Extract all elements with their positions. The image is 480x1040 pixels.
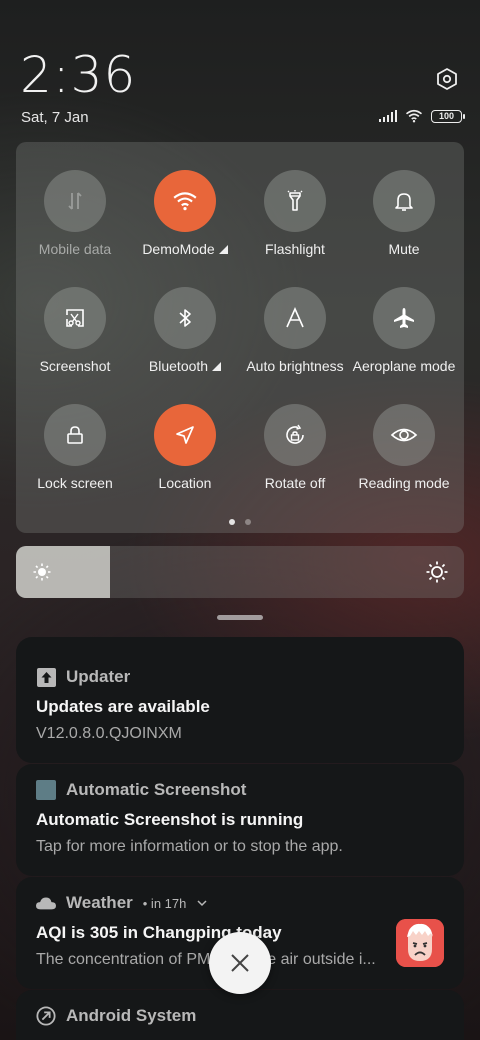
wifi-icon (173, 192, 197, 211)
clear-all-button[interactable] (209, 932, 271, 994)
notification-updater[interactable]: Updater Updates are available V12.0.8.0.… (16, 637, 464, 763)
tile-label: Location (158, 475, 212, 491)
page-indicator (16, 519, 464, 525)
tile-aeroplane-mode-button[interactable] (373, 287, 435, 349)
page-dot (245, 519, 251, 525)
tile-auto-brightness[interactable]: Auto brightness (240, 287, 350, 374)
notification-android-system[interactable]: Android System (16, 990, 464, 1040)
page-dot (229, 519, 235, 525)
screenshot-icon (66, 309, 84, 327)
tile-label: Rotate off (264, 475, 326, 491)
clock: 2:36 (20, 46, 137, 104)
notification-automatic-screenshot[interactable]: Automatic Screenshot Automatic Screensho… (16, 764, 464, 876)
tile-flashlight-button[interactable] (264, 170, 326, 232)
tile-reading-mode[interactable]: Reading mode (349, 404, 459, 491)
settings-button[interactable] (432, 64, 462, 94)
rotate-lock-icon (286, 424, 304, 444)
tile-rotate-off-button[interactable] (264, 404, 326, 466)
upload-arrow-icon (36, 667, 56, 687)
close-icon (231, 954, 249, 972)
tile-label: Screenshot (39, 358, 111, 374)
tile-mobile-data-button[interactable] (44, 170, 106, 232)
app-square-icon (36, 780, 56, 800)
tile-location[interactable]: Location (130, 404, 240, 491)
tile-mobile-data[interactable]: Mobile data (20, 170, 130, 257)
auto-brightness-icon (286, 307, 304, 328)
notification-app-name: Updater (66, 667, 131, 686)
quick-settings-panel: Mobile data DemoMode Flashlight Mute Scr… (16, 142, 464, 533)
notification-title: Automatic Screenshot is running (36, 810, 304, 829)
aqi-face-image (396, 919, 444, 967)
tile-label: Reading mode (358, 475, 450, 491)
brightness-low-icon (33, 563, 51, 581)
tile-demomode[interactable]: DemoMode (130, 170, 240, 257)
tile-label: Aeroplane mode (352, 358, 456, 374)
tile-flashlight[interactable]: Flashlight (240, 170, 350, 257)
cloud-icon (36, 893, 56, 913)
bluetooth-icon (179, 309, 191, 327)
tile-lock-screen[interactable]: Lock screen (20, 404, 130, 491)
tile-label: Bluetooth (148, 358, 209, 374)
brightness-high-icon (426, 561, 448, 583)
settings-hexagon-icon (437, 68, 457, 90)
drag-handle[interactable] (217, 615, 263, 620)
expand-triangle-icon (212, 362, 222, 371)
bell-icon (395, 193, 413, 211)
tile-label: Mobile data (38, 241, 112, 257)
tile-reading-mode-button[interactable] (373, 404, 435, 466)
tile-lock-screen-button[interactable] (44, 404, 106, 466)
notification-time: • in 17h (142, 895, 187, 911)
notification-app-name: Weather (66, 893, 133, 912)
tile-label: Mute (388, 241, 420, 257)
tile-rotate-off[interactable]: Rotate off (240, 404, 350, 491)
tile-label: DemoMode (142, 241, 215, 257)
wifi-status-icon (405, 109, 423, 123)
chevron-down-icon[interactable] (196, 899, 208, 907)
battery-indicator: 100 (431, 109, 465, 123)
notification-body: Tap for more information or to stop the … (36, 838, 343, 855)
android-system-icon (36, 1006, 56, 1026)
notification-title: Updates are available (36, 697, 210, 716)
brightness-slider[interactable] (16, 546, 464, 598)
tile-auto-brightness-button[interactable] (264, 287, 326, 349)
date: Sat, 7 Jan (21, 109, 89, 126)
notification-app-name: Automatic Screenshot (66, 780, 247, 799)
location-icon (176, 426, 194, 444)
brightness-fill (16, 546, 111, 598)
tile-location-button[interactable] (154, 404, 216, 466)
tile-label: Flashlight (265, 241, 325, 257)
tile-mute[interactable]: Mute (349, 170, 459, 257)
tile-mute-button[interactable] (373, 170, 435, 232)
lock-icon (67, 426, 83, 444)
tile-bluetooth[interactable]: Bluetooth (130, 287, 240, 374)
tile-label: Auto brightness (246, 358, 344, 374)
eye-icon (390, 428, 418, 442)
mobile-data-icon (68, 192, 82, 210)
notification-app-name: Android System (66, 1006, 197, 1025)
flashlight-icon (287, 190, 303, 211)
tile-bluetooth-button[interactable] (154, 287, 216, 349)
expand-triangle-icon (218, 245, 228, 254)
airplane-icon (394, 308, 414, 328)
tile-demomode-button[interactable] (154, 170, 216, 232)
notification-body: V12.0.8.0.QJOINXM (36, 725, 182, 742)
notification-body: The concentration of PM2.5 in the air ou… (36, 951, 376, 968)
status-icons: 100 (379, 109, 465, 123)
tile-label: Lock screen (37, 475, 113, 491)
signal-icon (379, 110, 397, 122)
tile-aeroplane-mode[interactable]: Aeroplane mode (349, 287, 459, 374)
tile-screenshot-button[interactable] (44, 287, 106, 349)
tile-screenshot[interactable]: Screenshot (20, 287, 130, 374)
